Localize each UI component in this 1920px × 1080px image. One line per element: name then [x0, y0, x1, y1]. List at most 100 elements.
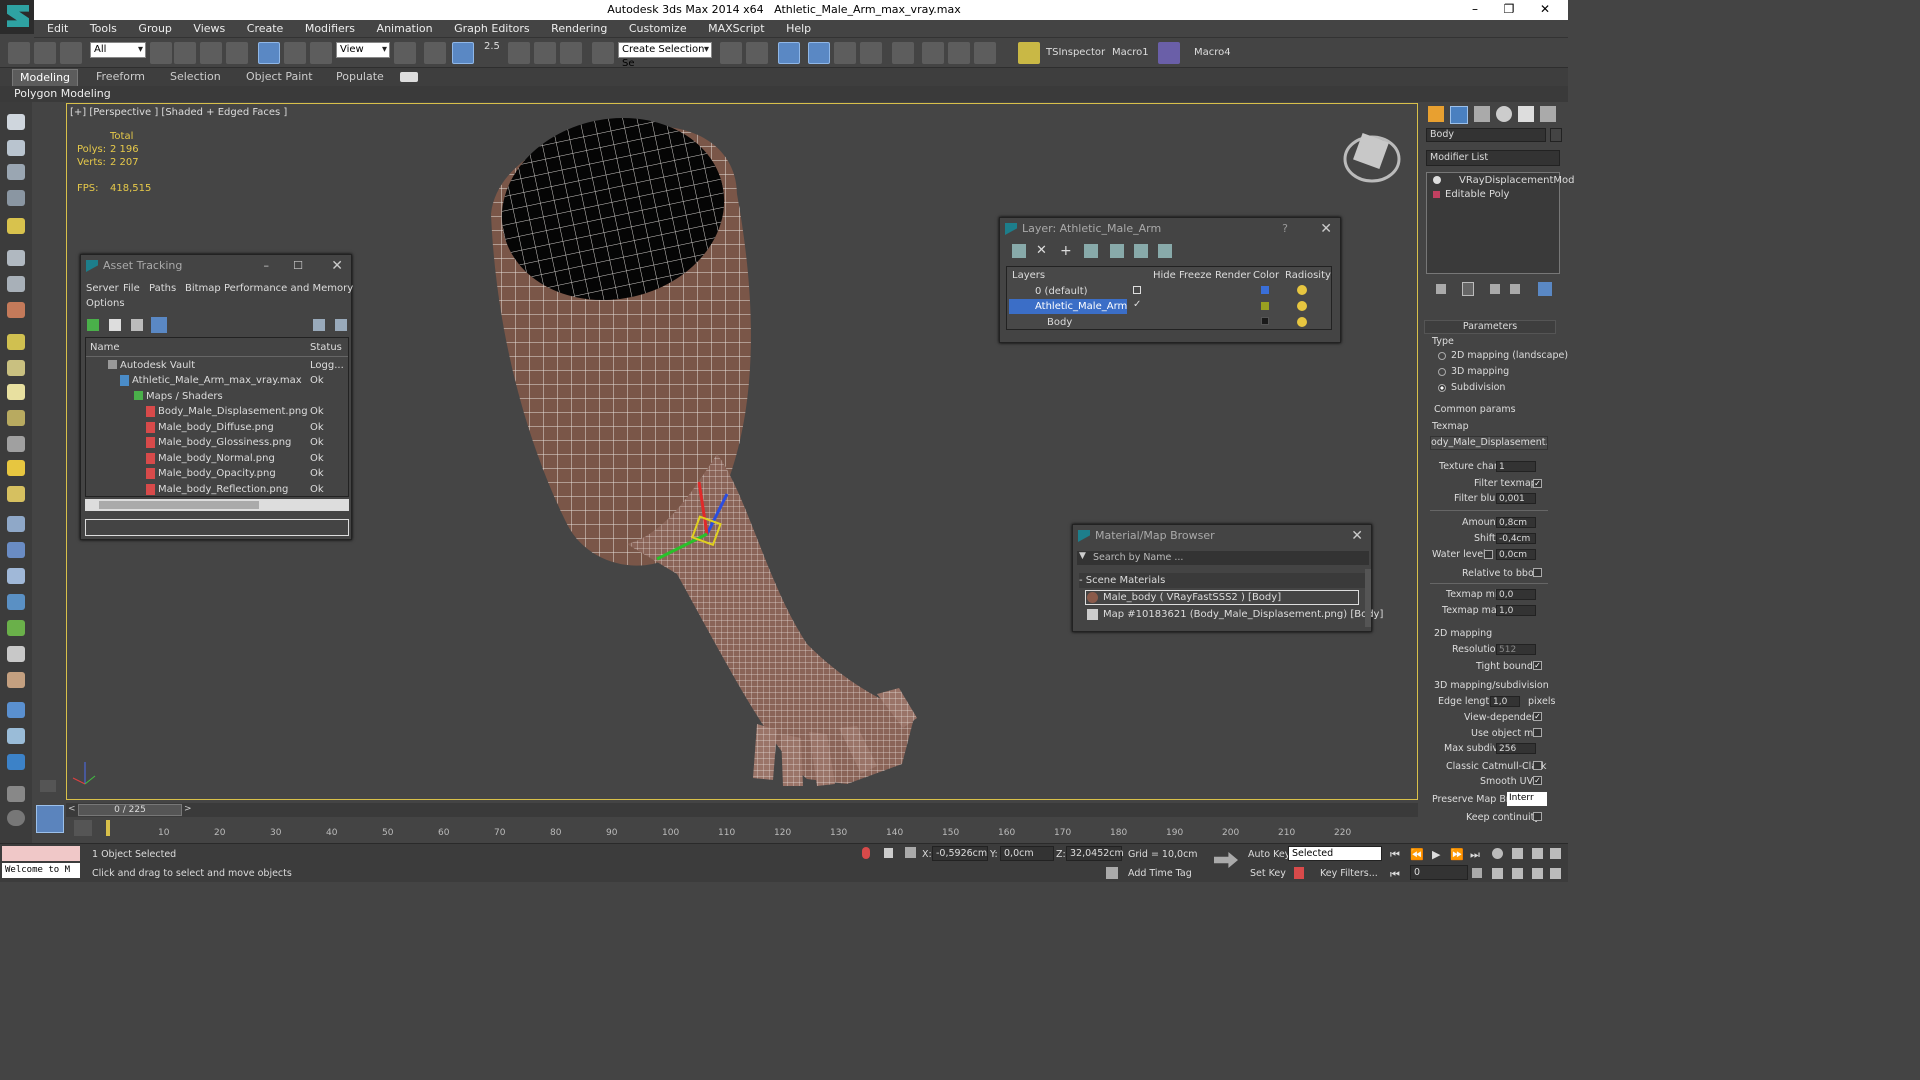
graphite-tools-icon[interactable] — [808, 42, 830, 64]
grid-view-icon[interactable] — [151, 317, 167, 333]
menu-help[interactable]: Help — [777, 20, 820, 38]
window-crossing-icon[interactable] — [226, 42, 248, 64]
table-row[interactable]: Athletic_Male_Arm_max_vray.max — [132, 373, 302, 388]
radio-2d-mapping[interactable] — [1438, 352, 1446, 360]
scene-materials-section[interactable]: - Scene Materials — [1079, 573, 1365, 588]
radiosity-icon[interactable] — [1297, 317, 1307, 327]
table-row[interactable]: Body_Male_Displasement.png — [158, 404, 308, 419]
radiosity-icon[interactable] — [1297, 285, 1307, 295]
render-production-icon[interactable] — [974, 42, 996, 64]
mesh-icon[interactable] — [7, 568, 25, 584]
pan-icon[interactable] — [1512, 868, 1523, 879]
smooth-uvs-checkbox[interactable]: ✓ — [1533, 776, 1542, 785]
current-frame-field[interactable]: 0 — [1410, 865, 1468, 880]
tab-selection[interactable]: Selection — [170, 70, 221, 83]
teapot-icon[interactable] — [7, 114, 25, 130]
y-coordinate-field[interactable]: 0,0cm — [1000, 846, 1054, 861]
display-tab-icon[interactable] — [1518, 106, 1534, 122]
particles-icon[interactable] — [7, 302, 25, 318]
table-row[interactable]: Male_body_Glossiness.png — [158, 435, 291, 450]
texture-chan-spinner[interactable]: 1 — [1496, 461, 1536, 472]
tab-modeling[interactable]: Modeling — [12, 69, 79, 87]
table-row[interactable]: Autodesk Vault — [120, 358, 195, 373]
modify-tab-icon[interactable] — [1450, 106, 1468, 124]
menu-bitmap-performance[interactable]: Bitmap Performance and Memory — [185, 281, 353, 296]
menu-file[interactable]: File — [123, 281, 140, 296]
macro-4[interactable]: Macro4 — [1194, 47, 1231, 58]
radiosity-icon[interactable] — [1297, 301, 1307, 311]
object-color-swatch[interactable] — [1550, 128, 1562, 142]
table-row[interactable]: Male_body_Normal.png — [158, 451, 275, 466]
layer-color-swatch[interactable] — [1261, 302, 1269, 310]
stack-item-editable-poly[interactable]: Editable Poly — [1445, 187, 1509, 202]
sun-icon[interactable] — [7, 384, 25, 400]
hair-icon[interactable] — [7, 646, 25, 662]
pin-stack-icon[interactable] — [1436, 284, 1446, 294]
macro-tsinspector[interactable]: TSInspector — [1046, 47, 1105, 58]
tab-populate[interactable]: Populate — [336, 70, 384, 83]
lightbulb-icon[interactable] — [1433, 176, 1441, 184]
zoom-extents-all-icon[interactable] — [1550, 848, 1561, 859]
filter-texmap-checkbox[interactable]: ✓ — [1533, 479, 1542, 488]
object-name-field[interactable]: Body — [1426, 128, 1546, 142]
modifier-list-dropdown[interactable]: Modifier List — [1426, 150, 1560, 166]
go-to-end-icon[interactable]: ⏭ — [1470, 848, 1480, 862]
maxscript-listener[interactable]: Welcome to M — [2, 863, 80, 878]
zoom-all-icon[interactable] — [1512, 848, 1523, 859]
max-subdivs-spinner[interactable]: 256 — [1496, 743, 1536, 754]
percent-snap-icon[interactable] — [534, 42, 556, 64]
tsinspector-icon[interactable] — [1018, 42, 1040, 64]
maximize-viewport-icon[interactable] — [1550, 868, 1561, 879]
macro-1[interactable]: Macro1 — [1112, 47, 1149, 58]
menu-paths[interactable]: Paths — [149, 281, 176, 296]
edit-named-selection-icon[interactable] — [592, 42, 614, 64]
schematic-view-icon[interactable] — [860, 42, 882, 64]
reference-coord-select[interactable]: View — [336, 42, 390, 58]
table-row[interactable]: Maps / Shaders — [146, 389, 223, 404]
select-object-icon[interactable] — [150, 42, 172, 64]
material-item[interactable]: Male_body ( VRayFastSSS2 ) [Body] — [1103, 590, 1281, 605]
x-coordinate-field[interactable]: -0,5926cm — [932, 846, 988, 861]
tab-object-paint[interactable]: Object Paint — [246, 70, 313, 83]
prev-frame-icon[interactable]: < — [68, 804, 76, 814]
add-time-tag[interactable]: Add Time Tag — [1128, 868, 1192, 879]
viewport-config-button[interactable] — [36, 805, 64, 833]
menu-tools[interactable]: Tools — [81, 20, 126, 38]
script-icon[interactable] — [7, 786, 25, 802]
freeze-all-icon[interactable] — [1158, 244, 1172, 258]
hide-all-icon[interactable] — [1134, 244, 1148, 258]
layer-color-swatch[interactable] — [1261, 286, 1269, 294]
mirror-icon[interactable] — [720, 42, 742, 64]
fur-icon[interactable] — [7, 516, 25, 532]
plane-icon[interactable] — [7, 334, 25, 350]
time-config-icon[interactable] — [1472, 868, 1482, 878]
angle-snap-icon[interactable] — [508, 42, 530, 64]
keep-continuity-checkbox[interactable] — [1533, 812, 1542, 821]
classic-catmull-checkbox[interactable] — [1533, 761, 1542, 770]
menu-server[interactable]: Server — [86, 281, 119, 296]
select-manipulate-icon[interactable] — [424, 42, 446, 64]
unlink-icon[interactable] — [34, 42, 56, 64]
snap-toggle-label[interactable]: 2.5 — [484, 41, 500, 52]
select-and-rotate-icon[interactable] — [284, 42, 306, 64]
maxscript-listener-pink[interactable] — [2, 846, 80, 861]
motion-tab-icon[interactable] — [1496, 106, 1512, 122]
spinner-snap-icon[interactable] — [560, 42, 582, 64]
torus-icon[interactable] — [7, 410, 25, 426]
align-icon[interactable] — [746, 42, 768, 64]
stack-item-vraydisplacement[interactable]: VRayDisplacementMod — [1459, 173, 1574, 188]
menu-edit[interactable]: Edit — [38, 20, 77, 38]
track-bar[interactable]: 10 20 30 40 50 60 70 80 90 100 110 120 1… — [100, 818, 1418, 842]
vertical-scrollbar[interactable] — [1365, 569, 1371, 627]
named-selection-set-select[interactable]: Create Selection Se — [618, 42, 712, 69]
utilities-tab-icon[interactable] — [1540, 106, 1556, 122]
table-row[interactable]: Male_body_Diffuse.png — [158, 420, 274, 435]
radio-3d-mapping[interactable] — [1438, 368, 1446, 376]
menu-options[interactable]: Options — [86, 296, 125, 311]
layer-row-default[interactable]: 0 (default) — [1035, 284, 1088, 299]
vault-logout-icon[interactable] — [335, 319, 347, 331]
relative-bbox-checkbox[interactable] — [1533, 568, 1542, 577]
maximize-button[interactable]: ❐ — [1494, 2, 1524, 16]
asset-path-field[interactable] — [85, 519, 349, 536]
helper-icon[interactable] — [7, 276, 25, 292]
